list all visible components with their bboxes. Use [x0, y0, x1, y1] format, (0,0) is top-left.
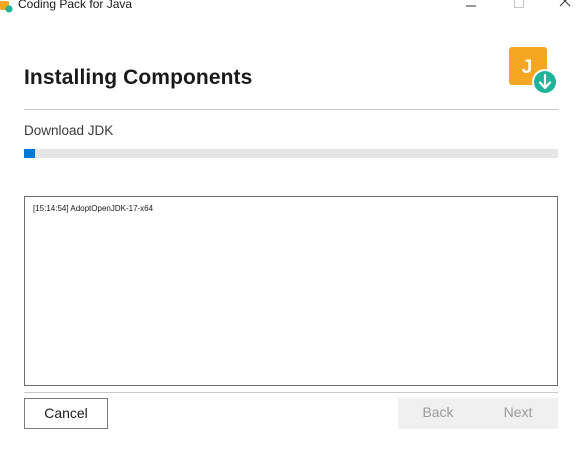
next-button[interactable]: Next [478, 398, 558, 429]
close-button[interactable] [538, 0, 578, 12]
step-label: Download JDK [24, 123, 114, 138]
footer-divider [24, 392, 558, 393]
minimize-button[interactable] [450, 0, 490, 12]
log-output[interactable]: [15:14:54] AdoptOpenJDK-17-x64 [24, 196, 558, 386]
header-divider [24, 109, 558, 110]
log-line: [15:14:54] AdoptOpenJDK-17-x64 [33, 204, 154, 213]
progress-fill [24, 149, 35, 158]
back-button[interactable]: Back [398, 398, 478, 429]
window-title: Coding Pack for Java [18, 0, 133, 11]
logo-letter: J [522, 57, 533, 78]
progress-bar [24, 149, 558, 158]
app-icon [0, 0, 14, 13]
coding-pack-logo: J [509, 47, 559, 95]
page-title: Installing Components [24, 66, 253, 89]
title-bar: Coding Pack for Java [0, 0, 581, 14]
cancel-button[interactable]: Cancel [24, 398, 108, 429]
maximize-button[interactable] [497, 0, 537, 12]
